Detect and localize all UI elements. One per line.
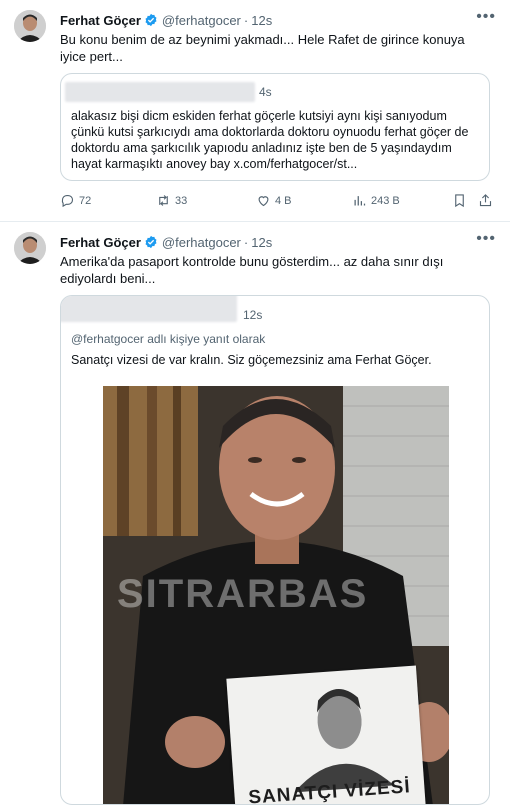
quote-text: Sanatçı vizesi de var kralın. Siz göçeme… bbox=[71, 353, 432, 367]
quote-timestamp: 12s bbox=[243, 308, 263, 322]
redacted-author bbox=[61, 296, 237, 322]
author-name[interactable]: Ferhat Göçer bbox=[60, 13, 141, 28]
more-icon[interactable]: ••• bbox=[476, 8, 496, 26]
more-icon[interactable]: ••• bbox=[476, 230, 496, 248]
bookmark-icon bbox=[455, 194, 464, 208]
like-count: 4 B bbox=[275, 194, 292, 207]
like-button[interactable]: 4 B bbox=[256, 193, 292, 208]
quoted-tweet[interactable]: 12s @ferhatgocer adlı kişiye yanıt olara… bbox=[60, 295, 490, 805]
timestamp[interactable]: 12s bbox=[251, 235, 272, 250]
retweet-count: 33 bbox=[175, 194, 188, 207]
tweet-header: Ferhat Göçer @ferhatgocer · 12s bbox=[60, 10, 496, 30]
reply-context: @ferhatgocer adlı kişiye yanıt olarak bbox=[71, 332, 266, 346]
quote-image[interactable]: SITRARBAS SANATÇI VİZESİ bbox=[103, 386, 449, 804]
visa-sign: SANATÇI VİZESİ bbox=[226, 665, 426, 804]
redacted-author bbox=[65, 82, 255, 102]
image-watermark: SITRARBAS bbox=[117, 572, 369, 616]
reply-count: 72 bbox=[79, 194, 92, 207]
verified-badge-icon bbox=[145, 13, 157, 27]
author-handle[interactable]: @ferhatgocer bbox=[162, 13, 241, 28]
share-button[interactable] bbox=[478, 193, 497, 208]
tweet-text: Bu konu benim de az beynimi yakmadı... H… bbox=[60, 32, 465, 64]
heart-icon bbox=[258, 196, 269, 207]
tweet-header: Ferhat Göçer @ferhatgocer · 12s bbox=[60, 232, 496, 252]
author-handle[interactable]: @ferhatgocer bbox=[162, 235, 241, 250]
separator-dot: · bbox=[243, 234, 249, 250]
retweet-button[interactable]: 33 bbox=[156, 193, 187, 208]
reply-button[interactable]: 72 bbox=[60, 193, 91, 208]
tweet-text: Amerika'da pasaport kontrolde bunu göste… bbox=[60, 254, 444, 286]
timeline: Ferhat Göçer @ferhatgocer · 12s ••• Bu k… bbox=[0, 0, 510, 807]
quoted-tweet[interactable]: 4s alakasız bişi dicm eskiden ferhat göç… bbox=[60, 73, 490, 181]
avatar[interactable] bbox=[14, 10, 46, 42]
views-button[interactable]: 243 B bbox=[352, 193, 400, 208]
views-count: 243 B bbox=[371, 194, 400, 207]
retweet-icon bbox=[159, 195, 168, 206]
author-name[interactable]: Ferhat Göçer bbox=[60, 235, 141, 250]
verified-badge-icon bbox=[145, 235, 157, 249]
timestamp[interactable]: 12s bbox=[251, 13, 272, 28]
reply-icon bbox=[61, 194, 74, 208]
quote-timestamp: 4s bbox=[259, 85, 272, 99]
tweet-actions: 72 33 4 B 243 B bbox=[60, 193, 496, 211]
tweet[interactable]: Ferhat Göçer @ferhatgocer · 12s ••• Bu k… bbox=[0, 0, 510, 222]
avatar[interactable] bbox=[14, 232, 46, 264]
views-icon bbox=[354, 196, 366, 206]
separator-dot: · bbox=[243, 12, 249, 28]
tweet[interactable]: Ferhat Göçer @ferhatgocer · 12s ••• Amer… bbox=[0, 222, 510, 807]
share-icon bbox=[479, 194, 492, 207]
bookmark-button[interactable] bbox=[452, 193, 471, 208]
quote-text: alakasız bişi dicm eskiden ferhat göçerl… bbox=[71, 109, 469, 171]
